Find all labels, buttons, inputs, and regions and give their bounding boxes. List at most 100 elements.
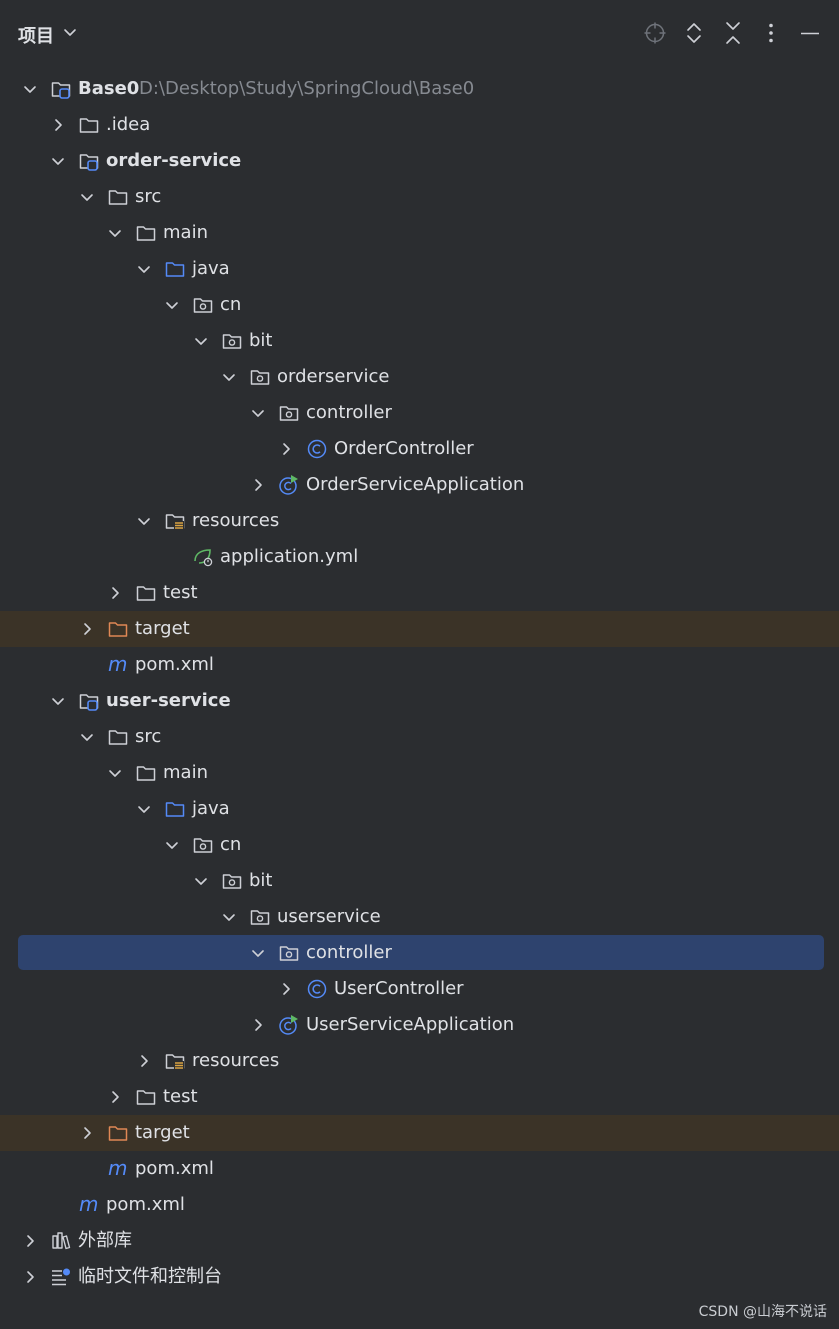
collapse-all-icon[interactable]: [720, 20, 746, 46]
chevron-down-icon[interactable]: [221, 909, 237, 925]
chevron-down-icon[interactable]: [193, 333, 209, 349]
package-icon: [278, 942, 300, 964]
tree-node-label: bit: [249, 870, 273, 891]
tree-node-user-controller[interactable]: UserController: [0, 971, 839, 1007]
more-options-icon[interactable]: [758, 20, 784, 46]
chevron-right-icon[interactable]: [278, 441, 294, 457]
tree-node-java[interactable]: java: [0, 791, 839, 827]
tree-node-orderservice[interactable]: orderservice: [0, 359, 839, 395]
tree-node-bit[interactable]: bit: [0, 863, 839, 899]
tree-node-label: Base0: [78, 78, 140, 99]
chevron-right-icon[interactable]: [278, 981, 294, 997]
chevron-down-icon[interactable]: [193, 873, 209, 889]
library-icon: [50, 1230, 72, 1252]
chevron-down-icon[interactable]: [50, 153, 66, 169]
tree-node-label: order-service: [106, 150, 242, 171]
tree-node-application-yml[interactable]: application.yml: [0, 539, 839, 575]
tree-node-scratches-consoles[interactable]: 临时文件和控制台: [0, 1259, 839, 1295]
project-tree: Base0 D:\Desktop\Study\SpringCloud\Base0…: [0, 71, 839, 1295]
maven-icon: [107, 654, 129, 676]
chevron-down-icon[interactable]: [164, 837, 180, 853]
chevron-down-icon[interactable]: [22, 81, 38, 97]
tree-node-user-service-application[interactable]: UserServiceApplication: [0, 1007, 839, 1043]
chevron-right-icon[interactable]: [250, 1017, 266, 1033]
tree-node-main[interactable]: main: [0, 215, 839, 251]
tree-node-target[interactable]: target: [0, 1115, 839, 1151]
chevron-right-icon[interactable]: [50, 117, 66, 133]
chevron-down-icon[interactable]: [50, 693, 66, 709]
panel-title[interactable]: 项目: [18, 22, 54, 48]
tree-node-label: controller: [306, 402, 392, 423]
tree-node-label: test: [163, 1086, 198, 1107]
tree-node-resources[interactable]: resources: [0, 1043, 839, 1079]
tree-node-src[interactable]: src: [0, 719, 839, 755]
tree-node-cn[interactable]: cn: [0, 287, 839, 323]
tree-node-label: controller: [306, 942, 392, 963]
tree-node-label: cn: [220, 834, 242, 855]
tree-node-resources[interactable]: resources: [0, 503, 839, 539]
package-icon: [221, 330, 243, 352]
source-folder-icon: [164, 798, 186, 820]
chevron-right-icon[interactable]: [107, 585, 123, 601]
tree-node-label: OrderController: [334, 438, 474, 459]
tree-node-label: UserController: [334, 978, 464, 999]
tree-node-order-controller[interactable]: OrderController: [0, 431, 839, 467]
tree-node-java[interactable]: java: [0, 251, 839, 287]
tree-node-target[interactable]: target: [0, 611, 839, 647]
chevron-right-icon[interactable]: [79, 621, 95, 637]
excluded-folder-icon: [107, 1122, 129, 1144]
tree-node-user-service[interactable]: user-service: [0, 683, 839, 719]
tree-node-idea[interactable]: .idea: [0, 107, 839, 143]
tree-node-pom-xml[interactable]: pom.xml: [0, 647, 839, 683]
expand-all-icon[interactable]: [681, 20, 707, 46]
tree-node-test[interactable]: test: [0, 575, 839, 611]
package-icon: [192, 294, 214, 316]
chevron-down-icon[interactable]: [136, 261, 152, 277]
tree-node-root-pom-xml[interactable]: pom.xml: [0, 1187, 839, 1223]
chevron-right-icon[interactable]: [22, 1269, 38, 1285]
tree-node-pom-xml[interactable]: pom.xml: [0, 1151, 839, 1187]
chevron-down-icon[interactable]: [107, 765, 123, 781]
package-icon: [221, 870, 243, 892]
chevron-down-icon[interactable]: [79, 729, 95, 745]
folder-icon: [78, 114, 100, 136]
tree-node-controller-selected[interactable]: controller: [0, 935, 839, 971]
tree-node-label: 临时文件和控制台: [78, 1266, 222, 1287]
chevron-down-icon[interactable]: [107, 225, 123, 241]
chevron-right-icon[interactable]: [107, 1089, 123, 1105]
tree-node-label: bit: [249, 330, 273, 351]
locate-icon[interactable]: [642, 20, 668, 46]
tree-node-order-service-application[interactable]: OrderServiceApplication: [0, 467, 839, 503]
tree-node-label: user-service: [106, 690, 231, 711]
package-icon: [278, 402, 300, 424]
minimize-icon[interactable]: [797, 20, 823, 46]
tree-node-label: java: [192, 798, 230, 819]
chevron-down-icon[interactable]: [136, 513, 152, 529]
chevron-down-icon[interactable]: [164, 297, 180, 313]
chevron-right-icon[interactable]: [22, 1233, 38, 1249]
chevron-right-icon[interactable]: [136, 1053, 152, 1069]
chevron-down-icon[interactable]: [250, 945, 266, 961]
chevron-right-icon[interactable]: [250, 477, 266, 493]
tree-node-userservice[interactable]: userservice: [0, 899, 839, 935]
tree-node-order-service[interactable]: order-service: [0, 143, 839, 179]
chevron-down-icon[interactable]: [221, 369, 237, 385]
tree-node-bit[interactable]: bit: [0, 323, 839, 359]
chevron-right-icon[interactable]: [79, 1125, 95, 1141]
chevron-down-icon[interactable]: [136, 801, 152, 817]
tree-node-base0[interactable]: Base0 D:\Desktop\Study\SpringCloud\Base0: [0, 71, 839, 107]
chevron-down-icon[interactable]: [250, 405, 266, 421]
module-folder-icon: [78, 690, 100, 712]
tree-node-test[interactable]: test: [0, 1079, 839, 1115]
folder-icon: [135, 222, 157, 244]
tree-node-cn[interactable]: cn: [0, 827, 839, 863]
tree-node-controller[interactable]: controller: [0, 395, 839, 431]
scratches-icon: [50, 1266, 72, 1288]
tree-node-label: main: [163, 762, 208, 783]
chevron-down-icon[interactable]: [62, 24, 78, 40]
tree-node-external-libraries[interactable]: 外部库: [0, 1223, 839, 1259]
tree-node-src[interactable]: src: [0, 179, 839, 215]
tree-node-main[interactable]: main: [0, 755, 839, 791]
tree-node-label: test: [163, 582, 198, 603]
chevron-down-icon[interactable]: [79, 189, 95, 205]
